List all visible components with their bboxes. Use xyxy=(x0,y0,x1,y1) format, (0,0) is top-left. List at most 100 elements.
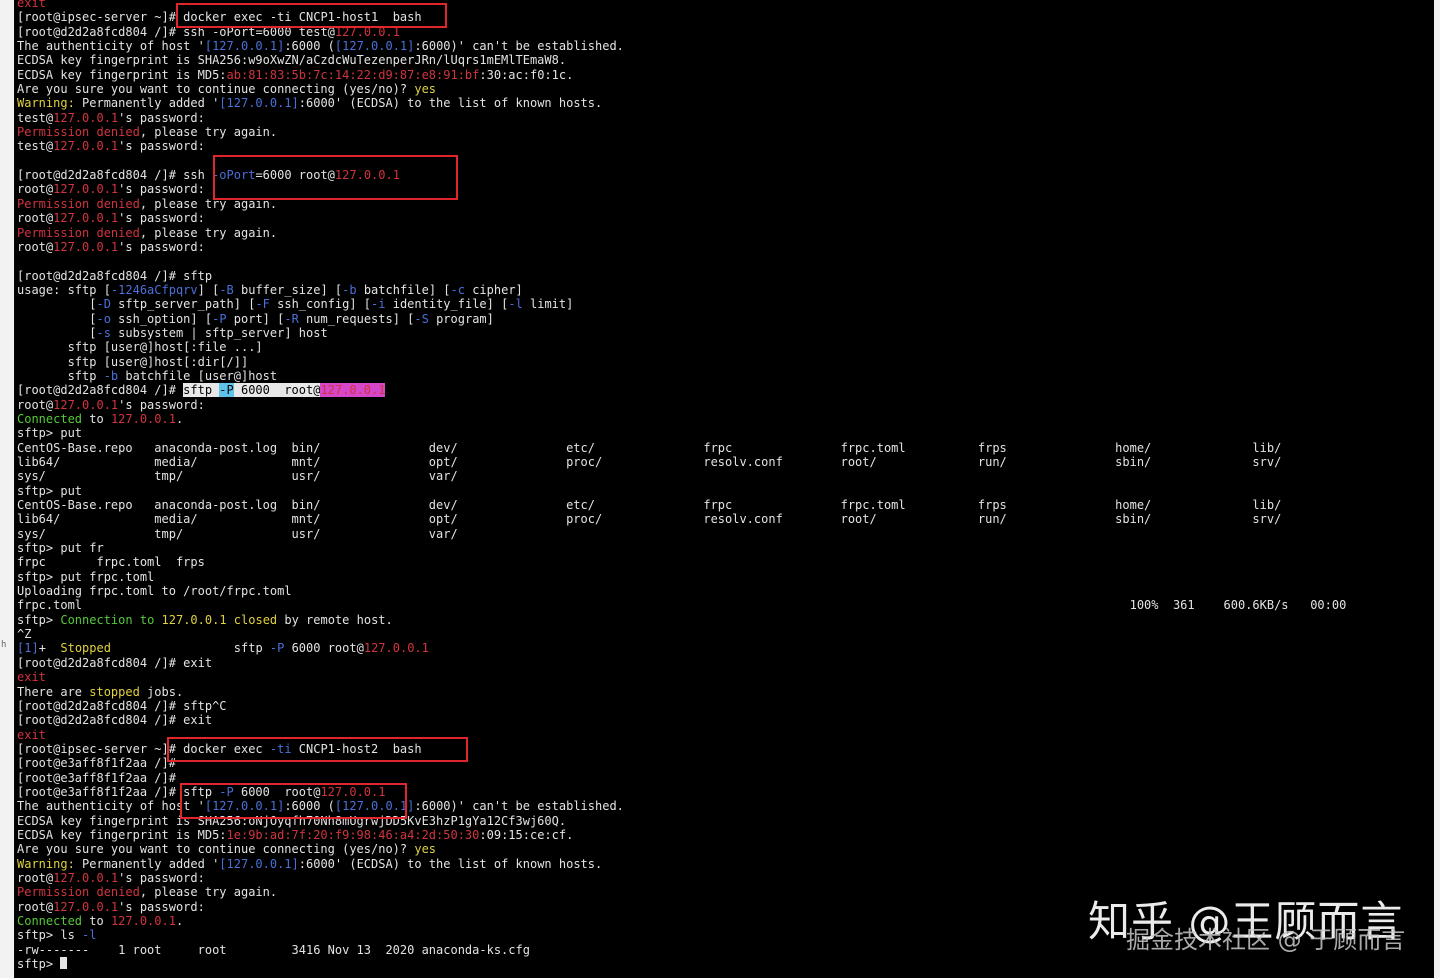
terminal-text: sftp> xyxy=(17,957,61,972)
terminal-line: The authenticity of host ' [127.0.0.1]:60… xyxy=(17,39,1346,53)
terminal-text: :6000' (ECDSA) to the list of known host… xyxy=(298,856,603,871)
terminal-text: -F xyxy=(255,297,270,312)
terminal-text: sys/ tmp/ usr/ var/ xyxy=(17,526,458,541)
terminal-text: [root@d2d2a8fcd804 /]# sftp xyxy=(17,268,213,283)
terminal-line: [root@d2d2a8fcd804 /]# sftp xyxy=(17,269,1346,283)
terminal-line: [root@d2d2a8fcd804 /]# exit xyxy=(17,713,1346,727)
terminal-line: sftp [user@]host[:file ...] xyxy=(17,340,1346,354)
terminal-line: root@127.0.0.1's password: xyxy=(17,240,1346,254)
terminal-text: 6000 root@ xyxy=(284,641,364,656)
terminal-line: [-D sftp_server_path] [-F ssh_config] [-… xyxy=(17,297,1346,311)
terminal-text: test@ xyxy=(17,139,54,154)
terminal-line: [-s subsystem | sftp_server] host xyxy=(17,326,1346,340)
terminal-text: batchfile [user@]host xyxy=(118,368,278,383)
terminal-line: ^Z xyxy=(17,627,1346,641)
terminal-text: :09:15:ce:cf. xyxy=(479,827,574,842)
terminal-text: :6000 ( xyxy=(284,39,335,54)
terminal-text: port] [ xyxy=(226,311,285,326)
terminal-text: sftp [user@]host[:dir[/]] xyxy=(17,354,249,369)
terminal-text: :6000)' can't be established. xyxy=(414,39,624,54)
terminal-text: 127.0.0.1 xyxy=(53,870,119,885)
terminal-text: ssh_config] [ xyxy=(269,297,372,312)
terminal-text: -c xyxy=(450,282,465,297)
terminal-window[interactable]: exit [root@ipsec-server ~]# docker exec -… xyxy=(15,0,1434,978)
terminal-line: Are you sure you want to continue connec… xyxy=(17,82,1346,96)
terminal-text: 127.0.0.1 xyxy=(320,383,386,398)
annotation-box-sftp-host2 xyxy=(180,783,407,819)
terminal-text: -i xyxy=(371,297,386,312)
terminal-text: by remote host. xyxy=(277,612,393,627)
terminal-line: sys/ tmp/ usr/ var/ xyxy=(17,469,1346,483)
terminal-text: -1246aCfpqrv xyxy=(110,282,198,297)
terminal-text: [root@d2d2a8fcd804 /]# xyxy=(17,383,184,398)
terminal-text: closed xyxy=(233,612,278,627)
terminal-text: 's password: xyxy=(118,239,205,254)
terminal-text: sftp> put fr xyxy=(17,541,104,556)
terminal-text: 's password: xyxy=(118,139,205,154)
terminal-text: [1] xyxy=(17,641,39,656)
terminal-text: , please try again. xyxy=(139,225,278,240)
terminal-text: 127.0.0.1 xyxy=(53,211,119,226)
terminal-text: sftp> xyxy=(17,612,61,627)
terminal-text: -D xyxy=(96,297,111,312)
terminal-text: sftp_server_path] [ xyxy=(110,297,256,312)
terminal-text: root@ xyxy=(17,182,54,197)
terminal-text: ssh_option] [ xyxy=(110,311,213,326)
terminal-text: exit xyxy=(17,670,46,685)
terminal-text: ECDSA key fingerprint is SHA256:w9oXwZN/… xyxy=(17,53,567,68)
terminal-text: -rw------- 1 root root 3416 Nov 13 2020 … xyxy=(17,942,530,957)
terminal-text: sftp xyxy=(110,641,270,656)
terminal-text: -P xyxy=(219,383,234,398)
terminal-text: :6000)' can't be established. xyxy=(414,799,624,814)
terminal-line: Warning: Permanently added '[127.0.0.1]:… xyxy=(17,96,1346,110)
terminal-text: 127.0.0.1 xyxy=(363,641,429,656)
terminal-text: 's password: xyxy=(118,397,205,412)
terminal-text: The authenticity of host ' xyxy=(17,39,205,54)
terminal-line: Connected to 127.0.0.1. xyxy=(17,412,1346,426)
terminal-text: ECDSA key fingerprint is MD5: xyxy=(17,827,227,842)
terminal-text: -P xyxy=(269,641,285,656)
terminal-line: root@127.0.0.1's password: xyxy=(17,211,1346,225)
terminal-text: sys/ tmp/ usr/ var/ xyxy=(17,469,458,484)
terminal-output: exit [root@ipsec-server ~]# docker exec -… xyxy=(17,0,1346,971)
terminal-text: 127.0.0.1 xyxy=(53,139,119,154)
terminal-text: Warning: xyxy=(17,856,75,871)
terminal-text: [127.0.0.1] xyxy=(219,96,299,111)
terminal-text: Stopped xyxy=(60,641,111,656)
terminal-line: sftp> Connection to 127.0.0.1 closed by … xyxy=(17,613,1346,627)
terminal-text: ] [ xyxy=(197,282,220,297)
terminal-line: frpc.toml 100% 361 600.6KB/s 00:00 xyxy=(17,598,1346,612)
terminal-text: [root@e3aff8f1f2aa /]# xyxy=(17,756,176,771)
terminal-text: Are you sure you want to continue connec… xyxy=(17,82,415,97)
terminal-text: -P xyxy=(212,311,227,326)
terminal-line: There are stopped jobs. xyxy=(17,685,1346,699)
terminal-line: [1]+ Stopped sftp -P 6000 root@127.0.0.1 xyxy=(17,641,1346,655)
terminal-text: limit] xyxy=(522,297,574,312)
terminal-text: to xyxy=(82,411,111,426)
terminal-text: [root@ipsec-server ~]# xyxy=(17,10,184,25)
terminal-text: -B xyxy=(219,282,234,297)
terminal-line: sftp> put xyxy=(17,484,1346,498)
terminal-text: exit xyxy=(17,0,46,10)
terminal-line: [root@d2d2a8fcd804 /]# sftp^C xyxy=(17,699,1346,713)
terminal-text: sftp> put xyxy=(17,426,83,441)
terminal-text: 127.0.0.1 xyxy=(53,239,119,254)
right-window-edge xyxy=(1434,0,1440,978)
terminal-text: , please try again. xyxy=(139,885,278,900)
terminal-text: [root@d2d2a8fcd804 /]# exit xyxy=(17,713,213,728)
terminal-line: CentOS-Base.repo anaconda-post.log bin/ … xyxy=(17,498,1346,512)
terminal-text: -o xyxy=(96,311,111,326)
terminal-text: Permission denied xyxy=(17,885,140,900)
terminal-text: [127.0.0.1] xyxy=(334,39,415,54)
terminal-text: The authenticity of host ' xyxy=(17,799,205,814)
terminal-text: CentOS-Base.repo anaconda-post.log bin/ … xyxy=(17,440,1282,455)
terminal-text: CentOS-Base.repo anaconda-post.log bin/ … xyxy=(17,498,1282,513)
terminal-text: 127.0.0.1 xyxy=(53,899,119,914)
left-window-edge: h xyxy=(0,0,14,978)
watermark-juejin: 掘金技术社区 @ 于顾而言 xyxy=(1126,926,1406,954)
terminal-line: sftp> put frpc.toml xyxy=(17,570,1346,584)
terminal-text: There are xyxy=(17,684,90,699)
terminal-text: ^Z xyxy=(17,627,32,642)
